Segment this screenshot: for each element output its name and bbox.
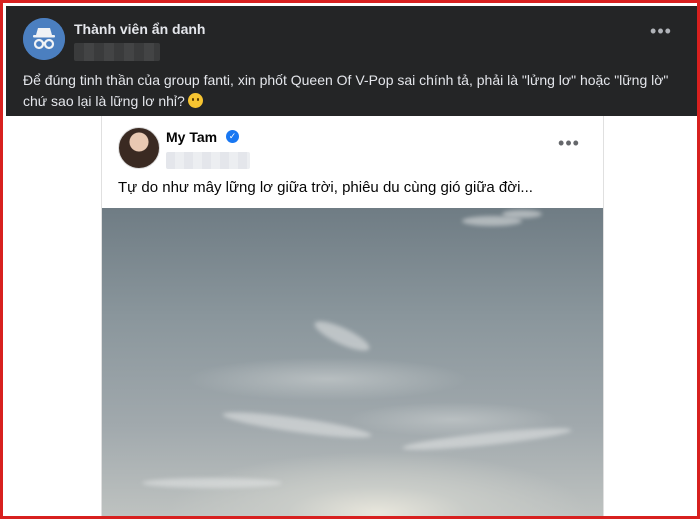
anonymous-post: Thành viên ẩn danh ••• Để đúng tinh thần… [6, 6, 697, 116]
incognito-icon[interactable] [23, 18, 65, 60]
divider [603, 116, 604, 516]
screenshot-frame: Thành viên ẩn danh ••• Để đúng tinh thần… [0, 0, 700, 519]
more-options-button[interactable]: ••• [648, 22, 674, 42]
cloud [221, 407, 373, 443]
post-text: Để đúng tinh thần của group fanti, xin p… [23, 70, 685, 112]
post-text-content: Để đúng tinh thần của group fanti, xin p… [23, 72, 669, 109]
shared-screenshot: My Tam ✓ ••• Tự do như mây lững lơ giữa … [6, 116, 697, 516]
blurred-timestamp [74, 43, 160, 61]
blurred-timestamp [166, 152, 250, 169]
shared-author-name[interactable]: My Tam [166, 129, 217, 145]
cloud [401, 424, 573, 454]
avatar[interactable] [118, 127, 160, 169]
grimace-emoji-icon [187, 93, 203, 108]
author-name[interactable]: Thành viên ẩn danh [74, 21, 205, 37]
more-options-button[interactable]: ••• [556, 134, 582, 152]
verified-badge-icon: ✓ [226, 130, 239, 143]
shared-post-text: Tự do như mây lững lơ giữa trời, phiêu d… [118, 179, 533, 196]
cloud [502, 210, 542, 218]
sky-photo[interactable] [102, 208, 603, 516]
cloud [311, 316, 373, 356]
cloud [142, 478, 282, 488]
